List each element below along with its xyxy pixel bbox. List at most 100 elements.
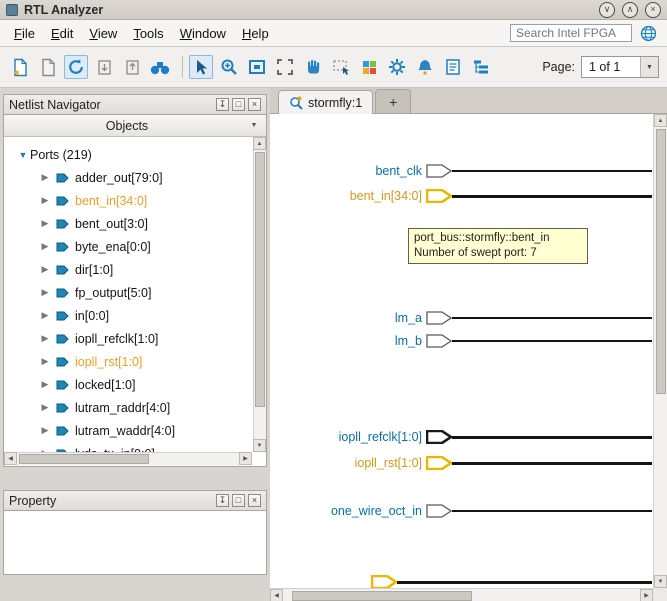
globe-icon[interactable] [640, 25, 657, 42]
port-wire[interactable] [452, 170, 652, 172]
scroll-left-icon[interactable]: ◀ [270, 589, 283, 601]
scroll-left-icon[interactable]: ◀ [4, 452, 17, 465]
port-label[interactable]: lm_a [278, 311, 425, 325]
port-wire[interactable] [452, 436, 652, 439]
property-float-button[interactable]: □ [232, 494, 245, 507]
zoom-tool-button[interactable] [217, 55, 241, 79]
scroll-down-icon[interactable]: ▼ [654, 575, 667, 588]
new-tab-button[interactable]: + [375, 89, 411, 113]
menu-help[interactable]: Help [234, 22, 277, 45]
canvas-port-bent-clk[interactable]: bent_clk [278, 161, 652, 181]
settings-button[interactable] [385, 55, 409, 79]
canvas-hscroll-thumb[interactable] [292, 591, 472, 601]
menu-window[interactable]: Window [172, 22, 234, 45]
port-wire[interactable] [452, 510, 652, 512]
navigator-close-button[interactable]: × [248, 98, 261, 111]
navigator-pin-button[interactable]: ↧ [216, 98, 229, 111]
canvas-port-lm-a[interactable]: lm_a [278, 308, 652, 328]
menu-view[interactable]: View [81, 22, 125, 45]
menu-tools[interactable]: Tools [125, 22, 171, 45]
navigator-float-button[interactable]: □ [232, 98, 245, 111]
port-label[interactable]: bent_clk [278, 164, 425, 178]
canvas-port-iopll-rst[interactable]: iopll_rst[1:0] [278, 453, 652, 473]
tree-item-iopll-rst[interactable]: ▶ iopll_rst[1:0] [4, 350, 252, 373]
objects-dropdown-icon[interactable]: ▼ [246, 118, 262, 134]
expander-closed-icon[interactable]: ▶ [38, 218, 52, 229]
tree-horizontal-scrollbar[interactable]: ◀ ▶ [4, 452, 252, 465]
schematic-canvas[interactable]: bent_clk bent_in[34:0] port_bus::stormfl… [270, 114, 667, 601]
menu-edit[interactable]: Edit [43, 22, 81, 45]
export-page-button[interactable] [92, 55, 116, 79]
fullscreen-button[interactable] [273, 55, 297, 79]
maximize-button[interactable]: ∧ [622, 2, 638, 18]
port-label[interactable]: bent_in[34:0] [278, 189, 425, 203]
scroll-up-icon[interactable]: ▲ [253, 137, 266, 150]
rubber-band-select-button[interactable] [329, 55, 353, 79]
tree-item-adder-out[interactable]: ▶ adder_out[79:0] [4, 166, 252, 189]
find-button[interactable] [148, 55, 172, 79]
objects-header[interactable]: Objects ▼ [4, 115, 266, 137]
page-select[interactable]: 1 of 1 ▼ [581, 56, 659, 78]
canvas-vertical-scrollbar[interactable]: ▲ ▼ [653, 114, 667, 588]
port-label[interactable]: lm_b [278, 334, 425, 348]
tree-item-byte-ena[interactable]: ▶ byte_ena[0:0] [4, 235, 252, 258]
page-select-dropdown-icon[interactable]: ▼ [640, 57, 658, 77]
expander-closed-icon[interactable]: ▶ [38, 425, 52, 436]
color-settings-button[interactable] [357, 55, 381, 79]
expander-open-icon[interactable]: ▼ [16, 150, 30, 160]
expander-closed-icon[interactable]: ▶ [38, 172, 52, 183]
port-label[interactable]: iopll_refclk[1:0] [278, 430, 425, 444]
expander-closed-icon[interactable]: ▶ [38, 333, 52, 344]
notifications-button[interactable] [413, 55, 437, 79]
tree-item-bent-in[interactable]: ▶ bent_in[34:0] [4, 189, 252, 212]
expander-closed-icon[interactable]: ▶ [38, 195, 52, 206]
canvas-port-iopll-refclk[interactable]: iopll_refclk[1:0] [278, 427, 652, 447]
port-wire[interactable] [397, 581, 652, 584]
expander-closed-icon[interactable]: ▶ [38, 287, 52, 298]
tree-item-locked[interactable]: ▶ locked[1:0] [4, 373, 252, 396]
scroll-right-icon[interactable]: ▶ [640, 589, 653, 601]
new-file-button[interactable] [8, 55, 32, 79]
tree-item-lutram-raddr[interactable]: ▶ lutram_raddr[4:0] [4, 396, 252, 419]
canvas-port-bent-in[interactable]: bent_in[34:0] [278, 186, 652, 206]
hierarchy-view-button[interactable] [469, 55, 493, 79]
canvas-horizontal-scrollbar[interactable]: ◀ ▶ [270, 588, 653, 601]
tree-item-lutram-waddr[interactable]: ▶ lutram_waddr[4:0] [4, 419, 252, 442]
expander-closed-icon[interactable]: ▶ [38, 379, 52, 390]
tree-root-ports[interactable]: ▼ Ports (219) [4, 143, 252, 166]
port-wire[interactable] [452, 317, 652, 319]
canvas-port-lm-b[interactable]: lm_b [278, 331, 652, 351]
tree-hscroll-thumb[interactable] [19, 454, 149, 464]
report-button[interactable] [441, 55, 465, 79]
refresh-button[interactable] [64, 55, 88, 79]
expander-closed-icon[interactable]: ▶ [38, 356, 52, 367]
tree-item-dir[interactable]: ▶ dir[1:0] [4, 258, 252, 281]
scroll-down-icon[interactable]: ▼ [253, 439, 266, 452]
tree-item-in[interactable]: ▶ in[0:0] [4, 304, 252, 327]
open-netlist-button[interactable] [36, 55, 60, 79]
fit-view-button[interactable] [245, 55, 269, 79]
scroll-up-icon[interactable]: ▲ [654, 114, 667, 127]
tab-stormfly[interactable]: stormfly:1 [278, 90, 373, 114]
tree-item-fp-output[interactable]: ▶ fp_output[5:0] [4, 281, 252, 304]
tree-vertical-scrollbar[interactable]: ▲ ▼ [253, 137, 266, 452]
port-wire[interactable] [452, 195, 652, 198]
scroll-right-icon[interactable]: ▶ [239, 452, 252, 465]
expander-closed-icon[interactable]: ▶ [38, 402, 52, 413]
tree-item-iopll-refclk[interactable]: ▶ iopll_refclk[1:0] [4, 327, 252, 350]
menu-file[interactable]: File [6, 22, 43, 45]
canvas-port-one-wire-oct-in[interactable]: one_wire_oct_in [278, 501, 652, 521]
port-wire[interactable] [452, 340, 652, 342]
search-input[interactable] [510, 24, 632, 42]
expander-closed-icon[interactable]: ▶ [38, 310, 52, 321]
minimize-button[interactable]: ∨ [599, 2, 615, 18]
canvas-vscroll-thumb[interactable] [656, 129, 666, 394]
pan-tool-button[interactable] [301, 55, 325, 79]
port-wire[interactable] [452, 462, 652, 465]
close-button[interactable]: × [645, 2, 661, 18]
select-tool-button[interactable] [189, 55, 213, 79]
tree-item-bent-out[interactable]: ▶ bent_out[3:0] [4, 212, 252, 235]
property-pin-button[interactable]: ↧ [216, 494, 229, 507]
expander-closed-icon[interactable]: ▶ [38, 264, 52, 275]
expander-closed-icon[interactable]: ▶ [38, 241, 52, 252]
